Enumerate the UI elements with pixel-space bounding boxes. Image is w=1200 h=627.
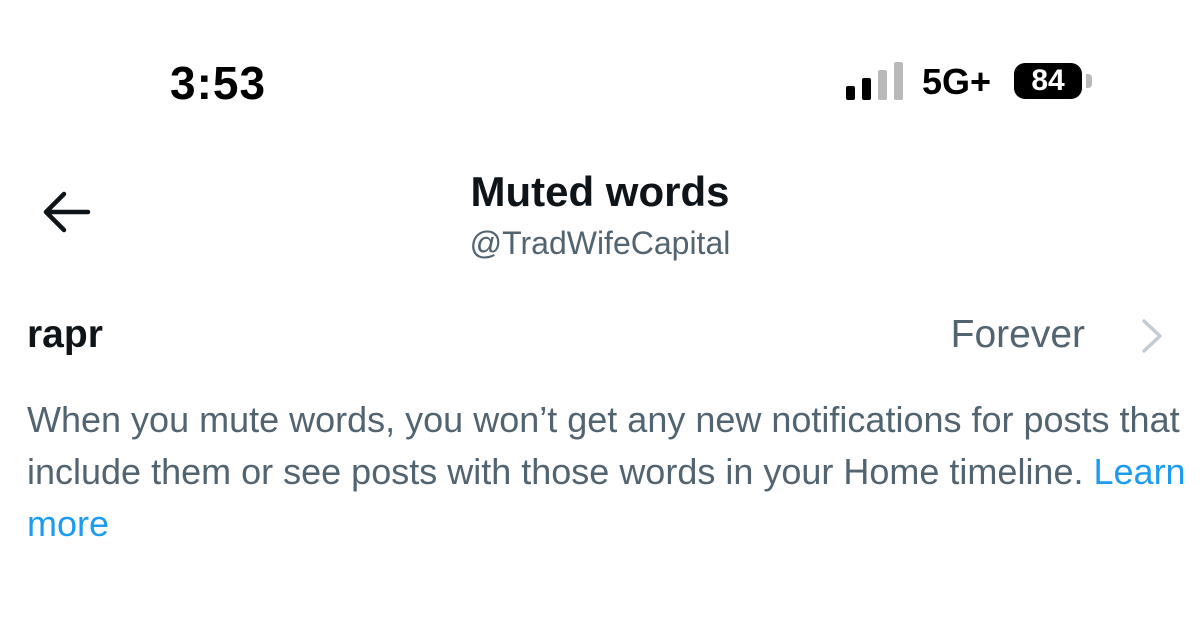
page-title: Muted words	[470, 168, 730, 215]
battery-cap	[1086, 74, 1092, 88]
description-text: When you mute words, you won’t get any n…	[27, 399, 1180, 492]
signal-bar	[846, 86, 855, 100]
signal-strength-icon	[846, 62, 908, 100]
signal-bar	[894, 62, 903, 100]
signal-bar	[862, 78, 871, 100]
mute-duration: Forever	[950, 313, 1085, 356]
signal-bar	[878, 70, 887, 100]
chevron-right-icon	[1142, 319, 1162, 353]
mute-description: When you mute words, you won’t get any n…	[27, 394, 1187, 550]
battery-icon: 84	[1014, 63, 1082, 99]
battery-level: 84	[1031, 64, 1065, 97]
muted-word-row[interactable]: rapr Forever	[0, 300, 1200, 370]
status-time: 3:53	[170, 57, 267, 109]
network-type: 5G+	[922, 61, 992, 102]
account-handle: @TradWifeCapital	[469, 225, 731, 261]
muted-words-screen: 3:53 5G+ 84 Muted words @TradWifeCapital…	[0, 0, 1200, 627]
muted-word: rapr	[27, 313, 103, 356]
